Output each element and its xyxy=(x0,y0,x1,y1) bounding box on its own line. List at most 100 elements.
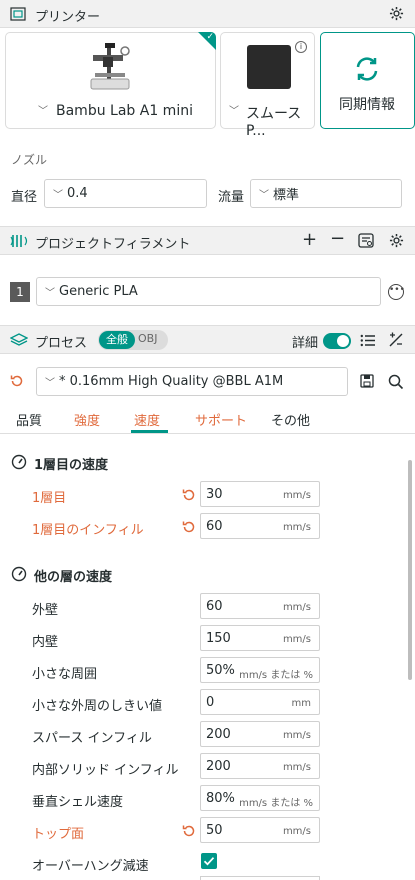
advanced-label: 詳細 xyxy=(292,336,319,351)
printer-card[interactable]: ✓ ﹀ Bambu Lab A1 mini xyxy=(5,32,216,129)
filament-name: Generic PLA xyxy=(59,284,138,299)
tab-speed[interactable]: 速度 xyxy=(134,410,160,429)
tab-others[interactable]: その他 xyxy=(271,410,310,429)
add-filament-plus-icon[interactable]: + xyxy=(302,229,317,250)
toggle-global[interactable]: 全般 xyxy=(99,331,135,349)
plate-image-icon xyxy=(247,45,291,89)
unit-label: mm/s xyxy=(282,490,311,501)
filament-settings-gear-icon[interactable] xyxy=(387,231,405,249)
speedometer-icon xyxy=(11,566,27,582)
first-layer-label: 1層目 xyxy=(32,491,67,506)
list-view-icon[interactable] xyxy=(359,331,377,349)
process-preset-select[interactable]: ﹀ * 0.16mm High Quality @BBL A1M xyxy=(36,367,348,396)
outer-wall-speed-field[interactable]: 60 mm/s xyxy=(200,593,320,619)
internal-solid-infill-speed-value: 200 xyxy=(206,759,231,774)
global-obj-toggle[interactable]: 全般 OBJ xyxy=(98,330,168,350)
tab-strength[interactable]: 強度 xyxy=(74,410,100,429)
first-layer-speed-title: 1層目の速度 xyxy=(34,458,109,473)
unit-label: mm/s xyxy=(282,762,311,773)
flow-select[interactable]: ﹀ 標準 xyxy=(250,179,402,208)
internal-solid-infill-label: 内部ソリッド インフィル xyxy=(32,763,179,778)
filament-manager-icon[interactable] xyxy=(357,231,375,249)
top-surface-speed-field[interactable]: 50 mm/s xyxy=(200,817,320,843)
printer-section-header: プリンター xyxy=(0,0,415,28)
process-section-header: プロセス 全般 OBJ 詳細 xyxy=(0,325,415,354)
checkmark-icon xyxy=(203,857,215,866)
chevron-down-icon: ﹀ xyxy=(38,106,48,117)
more-options-icon[interactable]: ••• xyxy=(388,284,405,300)
filament-slot-number[interactable]: 1 xyxy=(10,282,30,302)
chevron-down-icon: ﹀ xyxy=(229,106,239,117)
unit-label: mm xyxy=(291,698,311,709)
compare-presets-icon[interactable] xyxy=(387,331,405,349)
small-perimeter-speed-value: 50% xyxy=(206,663,235,678)
printer-icon xyxy=(9,5,27,23)
small-perimeter-threshold-value: 0 xyxy=(206,695,215,710)
next-field-partial xyxy=(200,876,320,880)
slow-down-for-overhang-label: オーバーハング減速 xyxy=(32,859,149,874)
reset-value-icon[interactable] xyxy=(181,487,197,503)
reset-preset-icon[interactable] xyxy=(9,373,25,389)
plate-card[interactable]: i ﹀ スムースP... xyxy=(220,32,315,139)
reset-value-icon[interactable] xyxy=(181,823,197,839)
inner-wall-speed-field[interactable]: 150 mm/s xyxy=(200,625,320,651)
unit-label: mm/s xyxy=(282,826,311,837)
nozzle-label: ノズル xyxy=(11,153,48,167)
sparse-infill-speed-field[interactable]: 200 mm/s xyxy=(200,721,320,747)
advanced-toggle-switch[interactable] xyxy=(323,333,351,349)
search-icon[interactable] xyxy=(387,373,405,391)
slow-down-for-overhang-checkbox[interactable] xyxy=(201,853,217,869)
vertical-shell-speed-value: 80% xyxy=(206,791,235,806)
nozzle-diameter-label: 直径 xyxy=(11,190,38,205)
tab-support[interactable]: サポート xyxy=(195,410,247,429)
printer-settings-gear-icon[interactable] xyxy=(387,4,405,22)
internal-solid-infill-speed-field[interactable]: 200 mm/s xyxy=(200,753,320,779)
small-perimeter-label: 小さな周囲 xyxy=(32,667,98,682)
inner-wall-label: 内壁 xyxy=(32,635,59,650)
process-section-title: プロセス xyxy=(35,336,88,351)
small-perimeter-threshold-field[interactable]: 0 mm xyxy=(200,689,320,715)
sync-icon xyxy=(351,53,383,85)
scrollbar-thumb[interactable] xyxy=(408,460,412,680)
small-perimeter-threshold-label: 小さな外周のしきい値 xyxy=(32,699,163,714)
first-layer-speed-field[interactable]: 30 mm/s xyxy=(200,481,320,507)
checkmark-icon: ✓ xyxy=(206,32,214,42)
sync-label: 同期情報 xyxy=(339,97,395,113)
save-preset-icon[interactable] xyxy=(359,373,375,389)
plate-name: スムースP... xyxy=(246,106,302,139)
chevron-down-icon: ﹀ xyxy=(259,190,269,201)
nozzle-diameter-value: 0.4 xyxy=(67,186,88,201)
info-icon[interactable]: i xyxy=(295,41,307,53)
reset-value-icon[interactable] xyxy=(181,519,197,535)
filament-section-header: プロジェクトフィラメント + − xyxy=(0,226,415,255)
unit-label: mm/s xyxy=(282,522,311,533)
first-layer-infill-label: 1層目のインフィル xyxy=(32,523,144,538)
vertical-shell-speed-label: 垂直シェル速度 xyxy=(32,795,124,810)
vertical-shell-speed-field[interactable]: 80% mm/s または % xyxy=(200,785,320,811)
toggle-obj[interactable]: OBJ xyxy=(138,332,157,345)
sparse-infill-speed-value: 200 xyxy=(206,727,231,742)
filament-select[interactable]: ﹀ Generic PLA xyxy=(36,277,381,306)
outer-wall-speed-value: 60 xyxy=(206,599,223,614)
filament-icon xyxy=(9,232,29,250)
top-surface-speed-value: 50 xyxy=(206,823,223,838)
nozzle-diameter-select[interactable]: ﹀ 0.4 xyxy=(44,179,207,208)
chevron-down-icon: ﹀ xyxy=(53,190,63,201)
first-layer-infill-speed-field[interactable]: 60 mm/s xyxy=(200,513,320,539)
tab-quality[interactable]: 品質 xyxy=(16,410,42,429)
small-perimeter-speed-field[interactable]: 50% mm/s または % xyxy=(200,657,320,683)
unit-label: mm/s または % xyxy=(239,670,313,681)
remove-filament-minus-icon[interactable]: − xyxy=(330,228,345,249)
speedometer-icon xyxy=(11,454,27,470)
process-layers-icon xyxy=(9,331,29,349)
first-layer-speed-value: 30 xyxy=(206,487,223,502)
printer-name: Bambu Lab A1 mini xyxy=(56,103,193,119)
tabs-divider xyxy=(0,433,415,434)
other-layers-speed-title: 他の層の速度 xyxy=(34,570,113,585)
sync-info-button[interactable]: 同期情報 xyxy=(320,32,415,129)
unit-label: mm/s xyxy=(282,602,311,613)
filament-section-title: プロジェクトフィラメント xyxy=(35,237,191,252)
unit-label: mm/s または % xyxy=(239,798,313,809)
top-surface-label: トップ面 xyxy=(32,827,85,842)
first-layer-infill-speed-value: 60 xyxy=(206,519,223,534)
